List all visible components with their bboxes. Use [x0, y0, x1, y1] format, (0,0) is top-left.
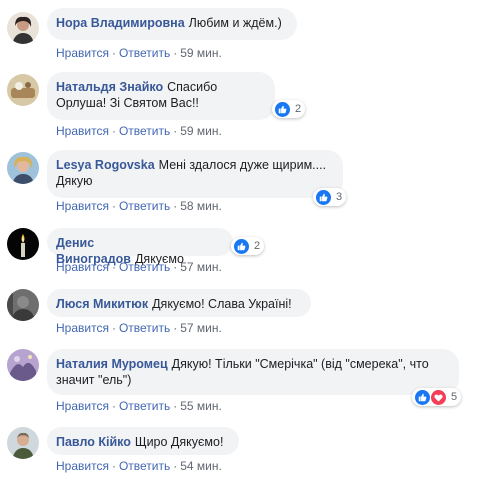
comment-bubble: Люся Микитюк Дякуємо! Слава Україні! [47, 289, 311, 317]
reaction-summary[interactable]: 2 [272, 100, 306, 118]
separator: · [111, 124, 116, 138]
comment-author[interactable]: Lesya Rogovska [56, 158, 155, 172]
comment-author[interactable]: Наталия Муромец [56, 357, 168, 371]
comment-actions: Нравится · Ответить · 55 мин. [56, 398, 222, 414]
reaction-count: 2 [254, 240, 261, 252]
timestamp[interactable]: 55 мин. [180, 399, 222, 413]
like-link[interactable]: Нравится [56, 199, 109, 213]
separator: · [111, 260, 116, 274]
avatar[interactable] [7, 152, 39, 184]
comment-text: Любим и ждём.) [188, 16, 282, 30]
separator: · [173, 399, 178, 413]
timestamp[interactable]: 54 мин. [180, 459, 222, 473]
separator: · [111, 199, 116, 213]
reply-link[interactable]: Ответить [119, 124, 170, 138]
reply-link[interactable]: Ответить [119, 46, 170, 60]
comment-author[interactable]: Люся Микитюк [56, 297, 148, 311]
like-link[interactable]: Нравится [56, 46, 109, 60]
separator: · [111, 321, 116, 335]
reply-link[interactable]: Ответить [119, 199, 170, 213]
avatar[interactable] [7, 12, 39, 44]
separator: · [173, 124, 178, 138]
like-reaction-icon [414, 388, 431, 406]
reaction-summary[interactable]: 3 [313, 188, 347, 206]
reply-link[interactable]: Ответить [119, 399, 170, 413]
reply-link[interactable]: Ответить [119, 260, 170, 274]
separator: · [111, 399, 116, 413]
love-reaction-icon [430, 388, 447, 406]
reply-link[interactable]: Ответить [119, 459, 170, 473]
separator: · [173, 260, 178, 274]
comment-actions: Нравится · Ответить · 57 мин. [56, 259, 222, 275]
comment-bubble: Lesya Rogovska Мені здалося дуже щирим...… [47, 150, 343, 198]
comment-actions: Нравится · Ответить · 59 мин. [56, 123, 222, 139]
like-link[interactable]: Нравится [56, 459, 109, 473]
like-reaction-icon [315, 188, 332, 206]
avatar[interactable] [7, 74, 39, 106]
separator: · [173, 199, 178, 213]
comment-bubble: Наталия Муромец Дякую! Тільки "Смерічка" … [47, 349, 459, 395]
comment-author[interactable]: Нора Владимировна [56, 16, 185, 30]
comment-actions: Нравится · Ответить · 54 мин. [56, 458, 222, 474]
separator: · [111, 46, 116, 60]
timestamp[interactable]: 58 мин. [180, 199, 222, 213]
separator: · [173, 321, 178, 335]
separator: · [173, 46, 178, 60]
reaction-count: 2 [295, 103, 302, 115]
like-reaction-icon [233, 237, 250, 255]
separator: · [173, 459, 178, 473]
timestamp[interactable]: 57 мин. [180, 260, 222, 274]
comment-author[interactable]: Натальдя Знайко [56, 80, 163, 94]
avatar[interactable] [7, 427, 39, 459]
comment-actions: Нравится · Ответить · 57 мин. [56, 320, 222, 336]
reaction-count: 5 [451, 391, 458, 403]
reaction-summary[interactable]: 2 [231, 237, 265, 255]
like-reaction-icon [274, 100, 291, 118]
comment-text: Дякуємо! Слава Україні! [152, 297, 292, 311]
avatar[interactable] [7, 289, 39, 321]
reaction-count: 3 [336, 191, 343, 203]
comment-bubble: Нора Владимировна Любим и ждём.) [47, 8, 297, 40]
avatar[interactable] [7, 349, 39, 381]
avatar[interactable] [7, 228, 39, 260]
comment-author[interactable]: Павло Кійко [56, 435, 131, 449]
timestamp[interactable]: 57 мин. [180, 321, 222, 335]
comment-actions: Нравится · Ответить · 59 мин. [56, 45, 222, 61]
comment-text: Щиро Дякуємо! [134, 435, 224, 449]
comment-bubble: Денис Виноградов Дякуємо [47, 228, 233, 266]
comment-bubble: Натальдя Знайко Спасибо Орлуша! Зі Святом… [47, 72, 275, 120]
like-link[interactable]: Нравится [56, 399, 109, 413]
separator: · [111, 459, 116, 473]
timestamp[interactable]: 59 мин. [180, 46, 222, 60]
reaction-summary[interactable]: 5 [412, 388, 462, 406]
comment-actions: Нравится · Ответить · 58 мин. [56, 198, 222, 214]
like-link[interactable]: Нравится [56, 321, 109, 335]
reply-link[interactable]: Ответить [119, 321, 170, 335]
like-link[interactable]: Нравится [56, 124, 109, 138]
timestamp[interactable]: 59 мин. [180, 124, 222, 138]
comment-bubble: Павло Кійко Щиро Дякуємо! [47, 427, 239, 455]
like-link[interactable]: Нравится [56, 260, 109, 274]
